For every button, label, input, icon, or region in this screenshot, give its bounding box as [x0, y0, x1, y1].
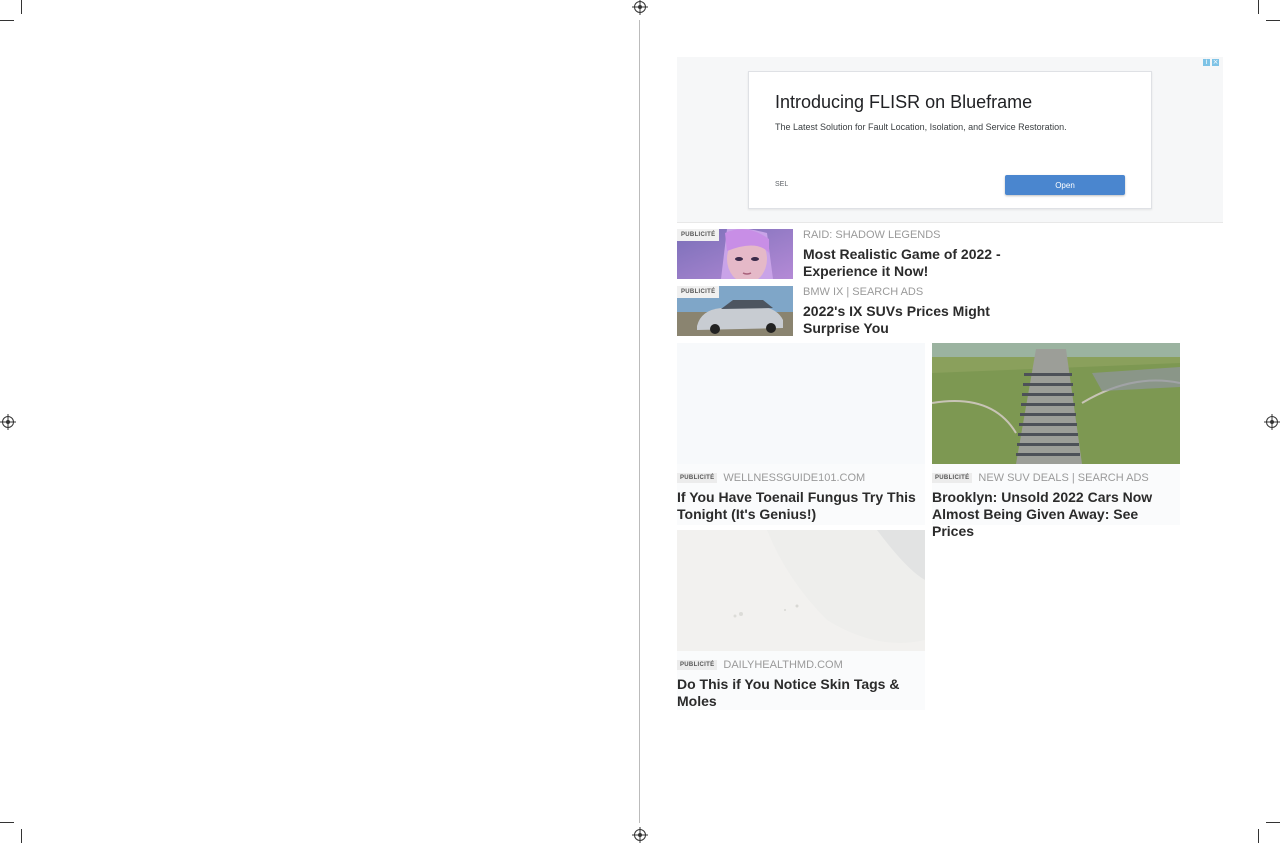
open-button[interactable]: Open	[1005, 175, 1125, 195]
registration-mark-icon	[634, 829, 646, 841]
crop-mark-bottom-right-h	[1266, 822, 1280, 823]
info-icon[interactable]: i	[1203, 59, 1210, 66]
ad-card[interactable]: PUBLICITÉ NEW SUV DEALS | SEARCH ADS Bro…	[932, 343, 1180, 539]
registration-mark-icon	[1266, 416, 1278, 428]
card-image[interactable]	[677, 530, 925, 651]
ad-source: RAID: SHADOW LEGENDS	[803, 229, 941, 241]
crop-mark-top-right-h	[1266, 20, 1280, 21]
sponsored-badge: PUBLICITÉ	[677, 660, 718, 670]
ad-source: DAILYHEALTHMD.COM	[723, 659, 843, 671]
crop-mark-top-left-v	[21, 0, 22, 14]
adchoices[interactable]: i ×	[1203, 59, 1219, 66]
display-ad-card[interactable]: Introducing FLISR on Blueframe The Lates…	[748, 71, 1152, 209]
page-fold-line	[639, 20, 640, 823]
crop-mark-top-left-h	[0, 20, 14, 21]
ad-headline[interactable]: Most Realistic Game of 2022 - Experience…	[803, 246, 1013, 280]
close-icon[interactable]: ×	[1212, 59, 1219, 66]
list-item[interactable]: PUBLICITÉ BMW IX | SEARCH ADS 2022's IX …	[677, 286, 1017, 338]
card-image[interactable]	[677, 343, 925, 464]
suv-thumbnail[interactable]: PUBLICITÉ	[677, 286, 793, 336]
display-ad-description: The Latest Solution for Fault Location, …	[775, 122, 1067, 132]
ad-card[interactable]: PUBLICITÉ WELLNESSGUIDE101.COM If You Ha…	[677, 343, 925, 525]
ad-source: NEW SUV DEALS | SEARCH ADS	[978, 472, 1149, 484]
registration-mark-icon	[634, 1, 646, 13]
sponsored-badge: PUBLICITÉ	[677, 229, 720, 241]
sponsored-badge: PUBLICITÉ	[932, 473, 973, 483]
ad-card[interactable]: PUBLICITÉ DAILYHEALTHMD.COM Do This if Y…	[677, 530, 925, 710]
ad-headline[interactable]: Brooklyn: Unsold 2022 Cars Now Almost Be…	[932, 489, 1180, 540]
crop-mark-top-right-v	[1258, 0, 1259, 14]
game-thumbnail[interactable]: PUBLICITÉ	[677, 229, 793, 279]
sponsored-badge: PUBLICITÉ	[677, 473, 718, 483]
ad-headline[interactable]: 2022's IX SUVs Prices Might Surprise You	[803, 303, 1013, 337]
list-item[interactable]: PUBLICITÉ RAID: SHADOW LEGENDS Most Real…	[677, 229, 1017, 281]
display-ad-title[interactable]: Introducing FLISR on Blueframe	[775, 92, 1032, 113]
ad-source: WELLNESSGUIDE101.COM	[723, 472, 866, 484]
crop-mark-bottom-right-v	[1258, 829, 1259, 843]
display-ad[interactable]: i × Introducing FLISR on Blueframe The L…	[677, 57, 1223, 223]
display-ad-sponsor: SEL	[775, 181, 789, 188]
crop-mark-bottom-left-h	[0, 822, 14, 823]
card-image[interactable]	[932, 343, 1180, 464]
ad-source: BMW IX | SEARCH ADS	[803, 286, 924, 298]
ad-headline[interactable]: Do This if You Notice Skin Tags & Moles	[677, 676, 925, 710]
registration-mark-icon	[2, 416, 14, 428]
sponsored-badge: PUBLICITÉ	[677, 286, 720, 298]
crop-mark-bottom-left-v	[21, 829, 22, 843]
ad-headline[interactable]: If You Have Toenail Fungus Try This Toni…	[677, 489, 925, 523]
